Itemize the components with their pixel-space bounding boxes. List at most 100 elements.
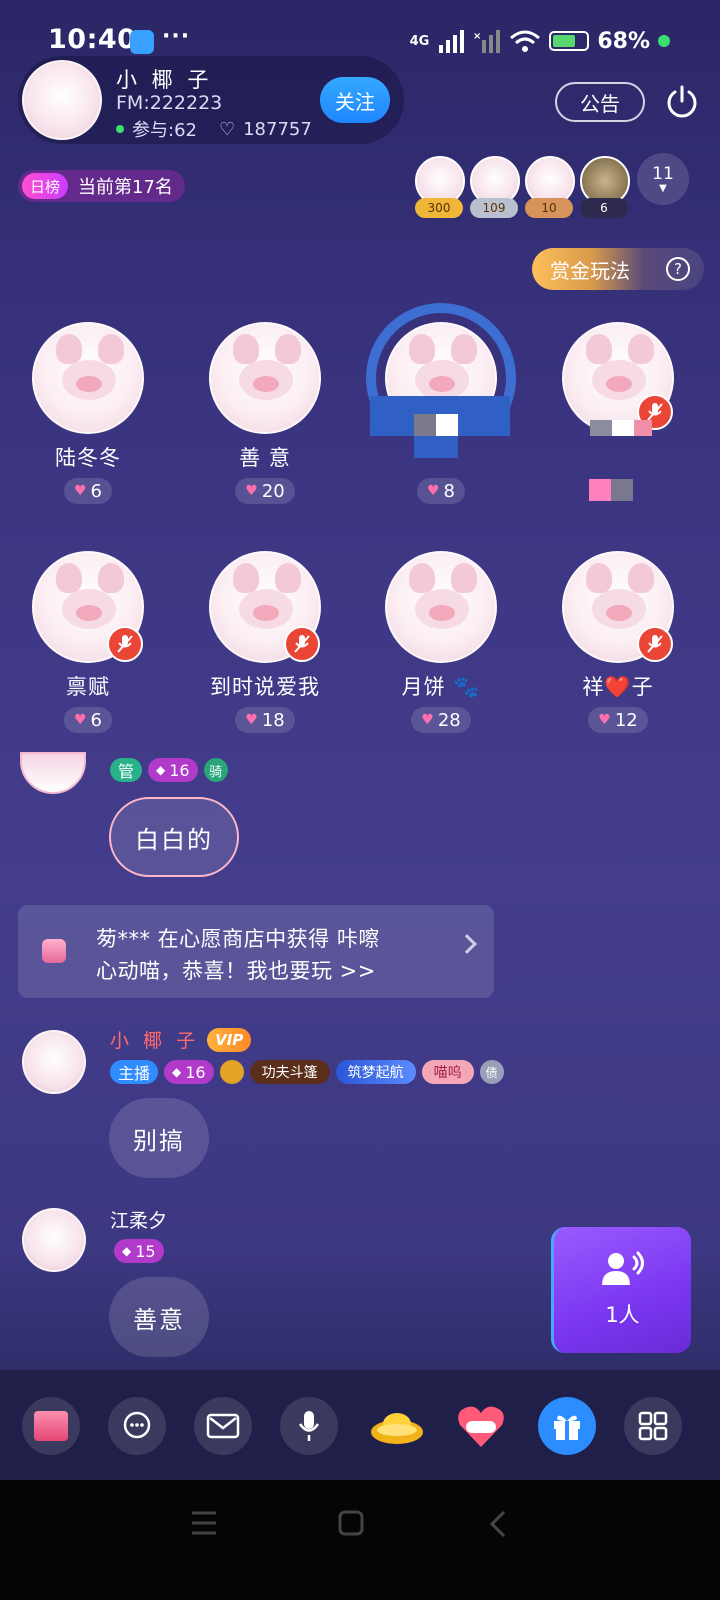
help-icon[interactable]: ?: [666, 257, 690, 281]
mic-seat[interactable]: 陆冬冬 ♥ 6: [18, 322, 158, 504]
seat-user-name: 到时说爱我: [210, 675, 320, 699]
level-badge: ◆ 16: [164, 1060, 214, 1084]
room-fm-id: FM:222223: [116, 92, 223, 114]
level-badge: ◆ 15: [114, 1239, 164, 1263]
seat-user-name: 月饼 🐾: [401, 675, 481, 699]
recent-apps-icon[interactable]: [190, 1510, 218, 1536]
seat-likes: ♥ 20: [235, 478, 295, 504]
chat-user-avatar[interactable]: [20, 752, 86, 794]
mic-muted-icon: [637, 626, 673, 662]
seat-likes: ♥ 12: [588, 707, 648, 733]
user-voice-icon: [601, 1251, 644, 1285]
system-gift-notice[interactable]: 茐*** 在心愿商店中获得 咔嚓 心动喵，恭喜！我也要玩 >>: [18, 905, 494, 998]
gift-shop-icon: [42, 939, 66, 963]
chat-user-name: 江柔夕: [110, 1210, 168, 1232]
room-stats: 参与:62 ♡ 187757: [116, 116, 312, 142]
gold-ingot-icon: [371, 1413, 423, 1444]
mic-seat[interactable]: 善 意 ♥ 20: [195, 322, 335, 504]
participant-count: 参与:62: [132, 120, 197, 141]
audience-count: 11: [652, 164, 674, 184]
seat-user-name: 陆冬冬: [55, 446, 121, 470]
top-contributor[interactable]: 300: [415, 156, 465, 218]
mic-seat[interactable]: 月饼 🐾 ♥ 28: [371, 551, 511, 733]
mic-seat[interactable]: [548, 322, 688, 472]
seat-likes: ♥ 6: [63, 478, 112, 504]
wifi-icon: [510, 30, 541, 52]
role-badge: 管: [110, 758, 143, 782]
chat-user-avatar[interactable]: [22, 1030, 86, 1094]
app-notification-icon: [130, 30, 154, 54]
seat-user-name: [548, 442, 688, 472]
top-contributor[interactable]: 10: [525, 156, 575, 218]
more-menu-button[interactable]: [624, 1397, 682, 1455]
follow-button[interactable]: 关注: [320, 77, 390, 123]
chevron-down-icon: ▼: [659, 183, 667, 194]
top-contributor[interactable]: 109: [470, 156, 520, 218]
home-icon[interactable]: [338, 1510, 364, 1536]
svg-text:×: ×: [473, 31, 481, 42]
mic-queue-count: 1人: [605, 1303, 640, 1327]
gift-box-icon: [34, 1411, 68, 1441]
bounty-game-button[interactable]: 赏金玩法 ?: [532, 248, 704, 290]
gift-button[interactable]: [538, 1397, 596, 1455]
title-badge: 功夫斗篷: [249, 1060, 330, 1084]
contributor-score: 10: [525, 198, 573, 218]
gold-ingot-button[interactable]: [368, 1404, 426, 1448]
messages-button[interactable]: [194, 1397, 252, 1455]
heart-icon: ♥: [73, 483, 87, 499]
system-navigation-bar: [0, 1480, 720, 1600]
heart-gift-button[interactable]: [452, 1397, 510, 1455]
chat-badges: ◆ 15: [114, 1239, 164, 1263]
seat-likes: ♥ 8: [416, 478, 465, 504]
title-badge: 筑梦起航: [335, 1060, 416, 1084]
coin-medal-icon: [219, 1060, 244, 1084]
avatar: [32, 322, 144, 434]
host-name: 小 椰 子: [116, 68, 213, 92]
privacy-dot: [658, 35, 670, 47]
chat-user-avatar[interactable]: [22, 1208, 86, 1272]
chat-user-name: 小 椰 子: [110, 1030, 200, 1052]
medal-badge: 骑: [203, 758, 228, 782]
mic-queue-button[interactable]: 1人: [551, 1227, 691, 1353]
chat-badges: 管 ◆ 16 骑: [110, 758, 228, 782]
seat-user-name: 祥❤️子: [582, 675, 654, 699]
battery-icon: [549, 31, 590, 51]
seat-likes: ♥ 6: [63, 707, 112, 733]
heart-icon: ♥: [245, 483, 258, 499]
back-icon[interactable]: [488, 1510, 508, 1538]
gift-box-tool-button[interactable]: [22, 1397, 80, 1455]
host-avatar[interactable]: [22, 60, 102, 140]
bounty-label: 赏金玩法: [550, 258, 630, 283]
chat-bubble: 别搞: [109, 1098, 209, 1178]
mail-icon: [206, 1413, 240, 1439]
notice-button[interactable]: 公告: [555, 82, 645, 122]
top-contributor[interactable]: 6: [580, 156, 630, 218]
signal-icon: [439, 30, 465, 53]
more-audience-button[interactable]: 11 ▼: [637, 153, 689, 205]
grid-menu-icon: [638, 1411, 668, 1441]
signal-off-icon: ×: [473, 30, 501, 53]
microphone-button[interactable]: [280, 1397, 338, 1455]
room-likes: 187757: [243, 118, 312, 140]
notice-line-2: 心动喵，恭喜！我也要玩 >>: [96, 959, 376, 983]
daily-rank-pill[interactable]: 日榜 当前第17名: [18, 170, 185, 202]
chat-badges: 主播 ◆ 16 功夫斗篷 筑梦起航 喵呜 债: [110, 1060, 504, 1084]
status-time: 10:40: [48, 24, 137, 55]
pixelated-likes: [589, 479, 611, 501]
exit-power-icon[interactable]: [664, 84, 700, 120]
chat-user-line: 小 椰 子 VIP: [110, 1026, 252, 1053]
heart-icon: ♥: [245, 712, 258, 728]
medal-badge: 债: [479, 1060, 504, 1084]
seat-likes: ♥ 28: [411, 707, 471, 733]
chat-bubble: 白白的: [109, 797, 239, 877]
battery-percent: 68%: [597, 28, 650, 54]
vip-badge: VIP: [207, 1027, 252, 1052]
avatar: [385, 551, 497, 663]
heart-icon: ♥: [598, 712, 611, 728]
seat-likes: ♥ 18: [235, 707, 295, 733]
chat-button[interactable]: [108, 1397, 166, 1455]
role-badge: 主播: [110, 1060, 159, 1084]
microphone-icon: [298, 1411, 320, 1441]
avatar: [209, 322, 321, 434]
daily-rank-tag: 日榜: [22, 173, 69, 199]
